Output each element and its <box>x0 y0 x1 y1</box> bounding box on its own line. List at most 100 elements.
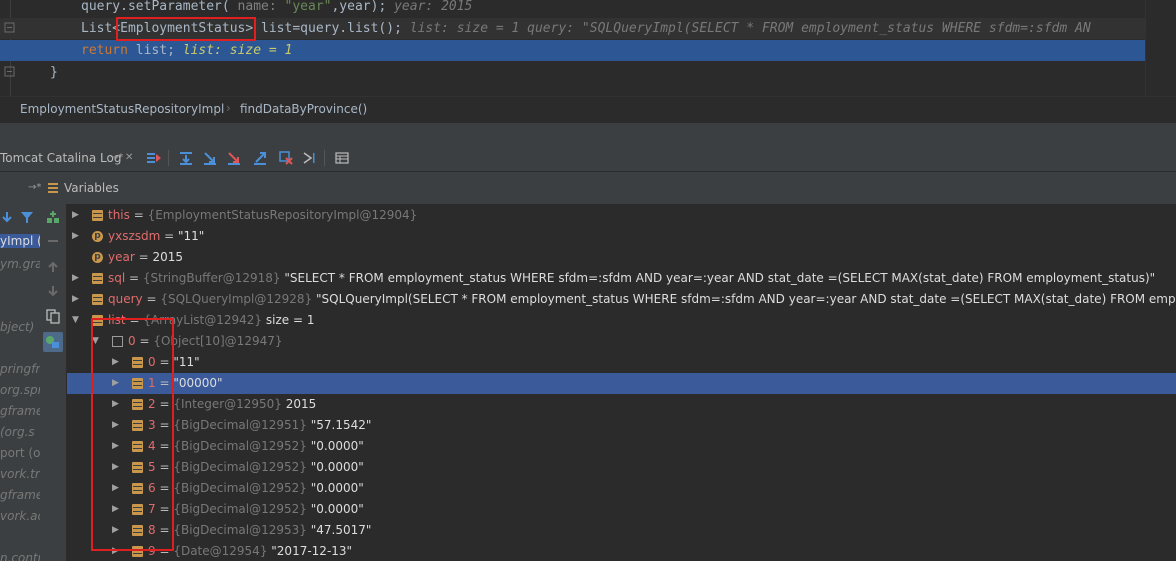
variable-row[interactable]: ▶ 2 = {Integer@12950} 2015 <box>67 394 1176 415</box>
variable-row[interactable]: p year = 2015 <box>67 247 1176 268</box>
frame-item[interactable]: vork.ac <box>0 509 40 523</box>
variable-value: "11" <box>173 355 200 369</box>
step-over-icon[interactable] <box>178 150 194 166</box>
show-execution-point-icon[interactable] <box>146 150 162 166</box>
variable-text: year = 2015 <box>108 247 183 268</box>
code-line-set-parameter[interactable]: query.setParameter( name: "year",year); … <box>0 0 1145 17</box>
code-editor[interactable]: query.setParameter( name: "year",year); … <box>0 0 1176 96</box>
code-line-closing-brace[interactable]: } <box>0 62 1145 83</box>
frames-panel[interactable]: yImpl (c ym.gra bject) pringfra org.spri… <box>0 204 41 561</box>
code-return-value: list; <box>135 43 175 58</box>
equals-sign: = <box>134 250 153 264</box>
variable-text: this = {EmploymentStatusRepositoryImpl@1… <box>108 205 417 226</box>
new-watch-icon[interactable] <box>45 210 61 226</box>
panel-splitter[interactable] <box>0 122 1176 146</box>
variables-tree[interactable]: ▶ this = {EmploymentStatusRepositoryImpl@… <box>67 204 1176 561</box>
variable-type: {BigDecimal@12952} <box>173 460 307 474</box>
variable-text: 7 = {BigDecimal@12952} "0.0000" <box>148 499 364 520</box>
variable-text: 6 = {BigDecimal@12952} "0.0000" <box>148 478 364 499</box>
expand-arrow-icon[interactable]: ▶ <box>72 226 82 247</box>
variable-row[interactable]: ▶ 1 = "00000" <box>67 373 1176 394</box>
variable-row[interactable]: ▶ 4 = {BigDecimal@12952} "0.0000" <box>67 436 1176 457</box>
expand-arrow-icon[interactable]: ▶ <box>72 268 82 289</box>
collapse-arrow-icon[interactable]: ▼ <box>72 310 82 331</box>
variable-row[interactable]: ▶ 8 = {BigDecimal@12953} "47.5017" <box>67 520 1176 541</box>
variables-pin-icon[interactable]: →* <box>28 182 41 193</box>
variable-text: query = {SQLQueryImpl@12928} "SQLQueryIm… <box>108 289 1176 310</box>
evaluate-expression-icon[interactable] <box>334 150 350 166</box>
editor-scrollbar[interactable] <box>1145 0 1176 96</box>
variable-row[interactable]: ▶ 0 = "11" <box>67 352 1176 373</box>
move-up-icon[interactable] <box>46 260 60 274</box>
variable-name: yxszsdm <box>108 229 161 243</box>
down-arrow-icon[interactable] <box>0 210 14 224</box>
breadcrumb-separator: › <box>226 101 231 115</box>
tab-close-icon[interactable]: ✕ <box>125 145 133 171</box>
frame-item[interactable]: ym.gra <box>0 257 40 271</box>
code-method-call: query.setParameter( <box>81 0 230 14</box>
field-icon <box>92 210 103 221</box>
variable-value: "0.0000" <box>310 460 364 474</box>
variable-row[interactable]: ▶ query = {SQLQueryImpl@12928} "SQLQueryI… <box>67 289 1176 310</box>
fold-marker-icon[interactable] <box>4 22 16 34</box>
variable-row[interactable]: ▶ p yxszsdm = "11" <box>67 226 1176 247</box>
variable-name: year <box>108 250 135 264</box>
variable-row[interactable]: ▼ list = {ArrayList@12942} size = 1 <box>67 310 1176 331</box>
variable-row[interactable]: ▶ 6 = {BigDecimal@12952} "0.0000" <box>67 478 1176 499</box>
frame-item[interactable]: port (o <box>0 446 40 460</box>
breadcrumb-method[interactable]: findDataByProvince() <box>240 102 367 116</box>
variable-row[interactable]: ▶ this = {EmploymentStatusRepositoryImpl@… <box>67 205 1176 226</box>
variable-type: {BigDecimal@12952} <box>173 481 307 495</box>
fold-marker-icon[interactable] <box>4 66 16 78</box>
frame-item[interactable]: (org.s <box>0 425 35 439</box>
variable-row[interactable]: ▼ 0 = {Object[10]@12947} <box>67 331 1176 352</box>
variable-value: "0.0000" <box>310 481 364 495</box>
frame-item[interactable]: vork.tra <box>0 467 40 481</box>
variables-side-toolbar <box>40 204 67 561</box>
frame-item[interactable]: gframe <box>0 488 40 502</box>
tab-tomcat-catalina-log[interactable]: Tomcat Catalina Log <box>0 145 121 171</box>
toolbar-divider <box>324 150 325 166</box>
variable-value: "47.5017" <box>310 523 372 537</box>
step-out-icon[interactable] <box>252 150 268 166</box>
variable-row[interactable]: ▶ 5 = {BigDecimal@12952} "0.0000" <box>67 457 1176 478</box>
debug-toolbar: Tomcat Catalina Log →* ✕ <box>0 145 1176 172</box>
variable-type: {BigDecimal@12952} <box>173 502 307 516</box>
expand-arrow-icon[interactable]: ▶ <box>72 289 82 310</box>
variable-name: this <box>108 208 130 222</box>
param-icon: p <box>92 231 103 242</box>
variable-value: "SQLQueryImpl(SELECT * FROM employment_s… <box>316 292 1176 306</box>
frame-item[interactable]: gframe <box>0 404 40 418</box>
frame-item[interactable]: pringfra <box>0 362 40 376</box>
inline-debug-value: list: size = 1 <box>182 43 293 58</box>
run-to-cursor-icon[interactable] <box>302 150 318 166</box>
frame-item[interactable]: bject) <box>0 320 34 334</box>
variable-type: {BigDecimal@12951} <box>173 418 307 432</box>
show-types-icon[interactable] <box>43 332 63 352</box>
variable-row[interactable]: ▶ 9 = {Date@12954} "2017-12-13" <box>67 541 1176 561</box>
expand-arrow-icon[interactable]: ▶ <box>72 205 82 226</box>
variable-type: {SQLQueryImpl@12928} <box>160 292 313 306</box>
variable-name: query <box>108 292 143 306</box>
frame-item-selected[interactable]: yImpl (c <box>0 234 40 248</box>
variable-row[interactable]: ▶ 7 = {BigDecimal@12952} "0.0000" <box>67 499 1176 520</box>
remove-watch-icon[interactable] <box>46 234 60 248</box>
variable-value: "2017-12-13" <box>271 544 353 558</box>
variable-row[interactable]: ▶ 3 = {BigDecimal@12951} "57.1542" <box>67 415 1176 436</box>
breadcrumb: EmploymentStatusRepositoryImpl › findDat… <box>0 96 1176 123</box>
variable-text: 4 = {BigDecimal@12952} "0.0000" <box>148 436 364 457</box>
variable-row[interactable]: ▶ sql = {StringBuffer@12918} "SELECT * FR… <box>67 268 1176 289</box>
frame-item[interactable]: org.sprin <box>0 383 40 397</box>
copy-icon[interactable] <box>45 308 61 324</box>
step-into-icon[interactable] <box>202 150 218 166</box>
breadcrumb-class[interactable]: EmploymentStatusRepositoryImpl <box>20 102 224 116</box>
equals-sign: = <box>160 229 178 243</box>
annotation-box-array-elements <box>91 318 174 551</box>
filter-icon[interactable] <box>20 210 34 224</box>
drop-frame-icon[interactable] <box>278 150 294 166</box>
code-line-return-current[interactable]: return list; list: size = 1 <box>0 40 1145 61</box>
force-step-into-icon[interactable] <box>226 150 242 166</box>
frame-item[interactable]: n.contro <box>0 551 40 561</box>
move-down-icon[interactable] <box>46 284 60 298</box>
tab-pin-icon[interactable]: →* <box>110 145 123 171</box>
